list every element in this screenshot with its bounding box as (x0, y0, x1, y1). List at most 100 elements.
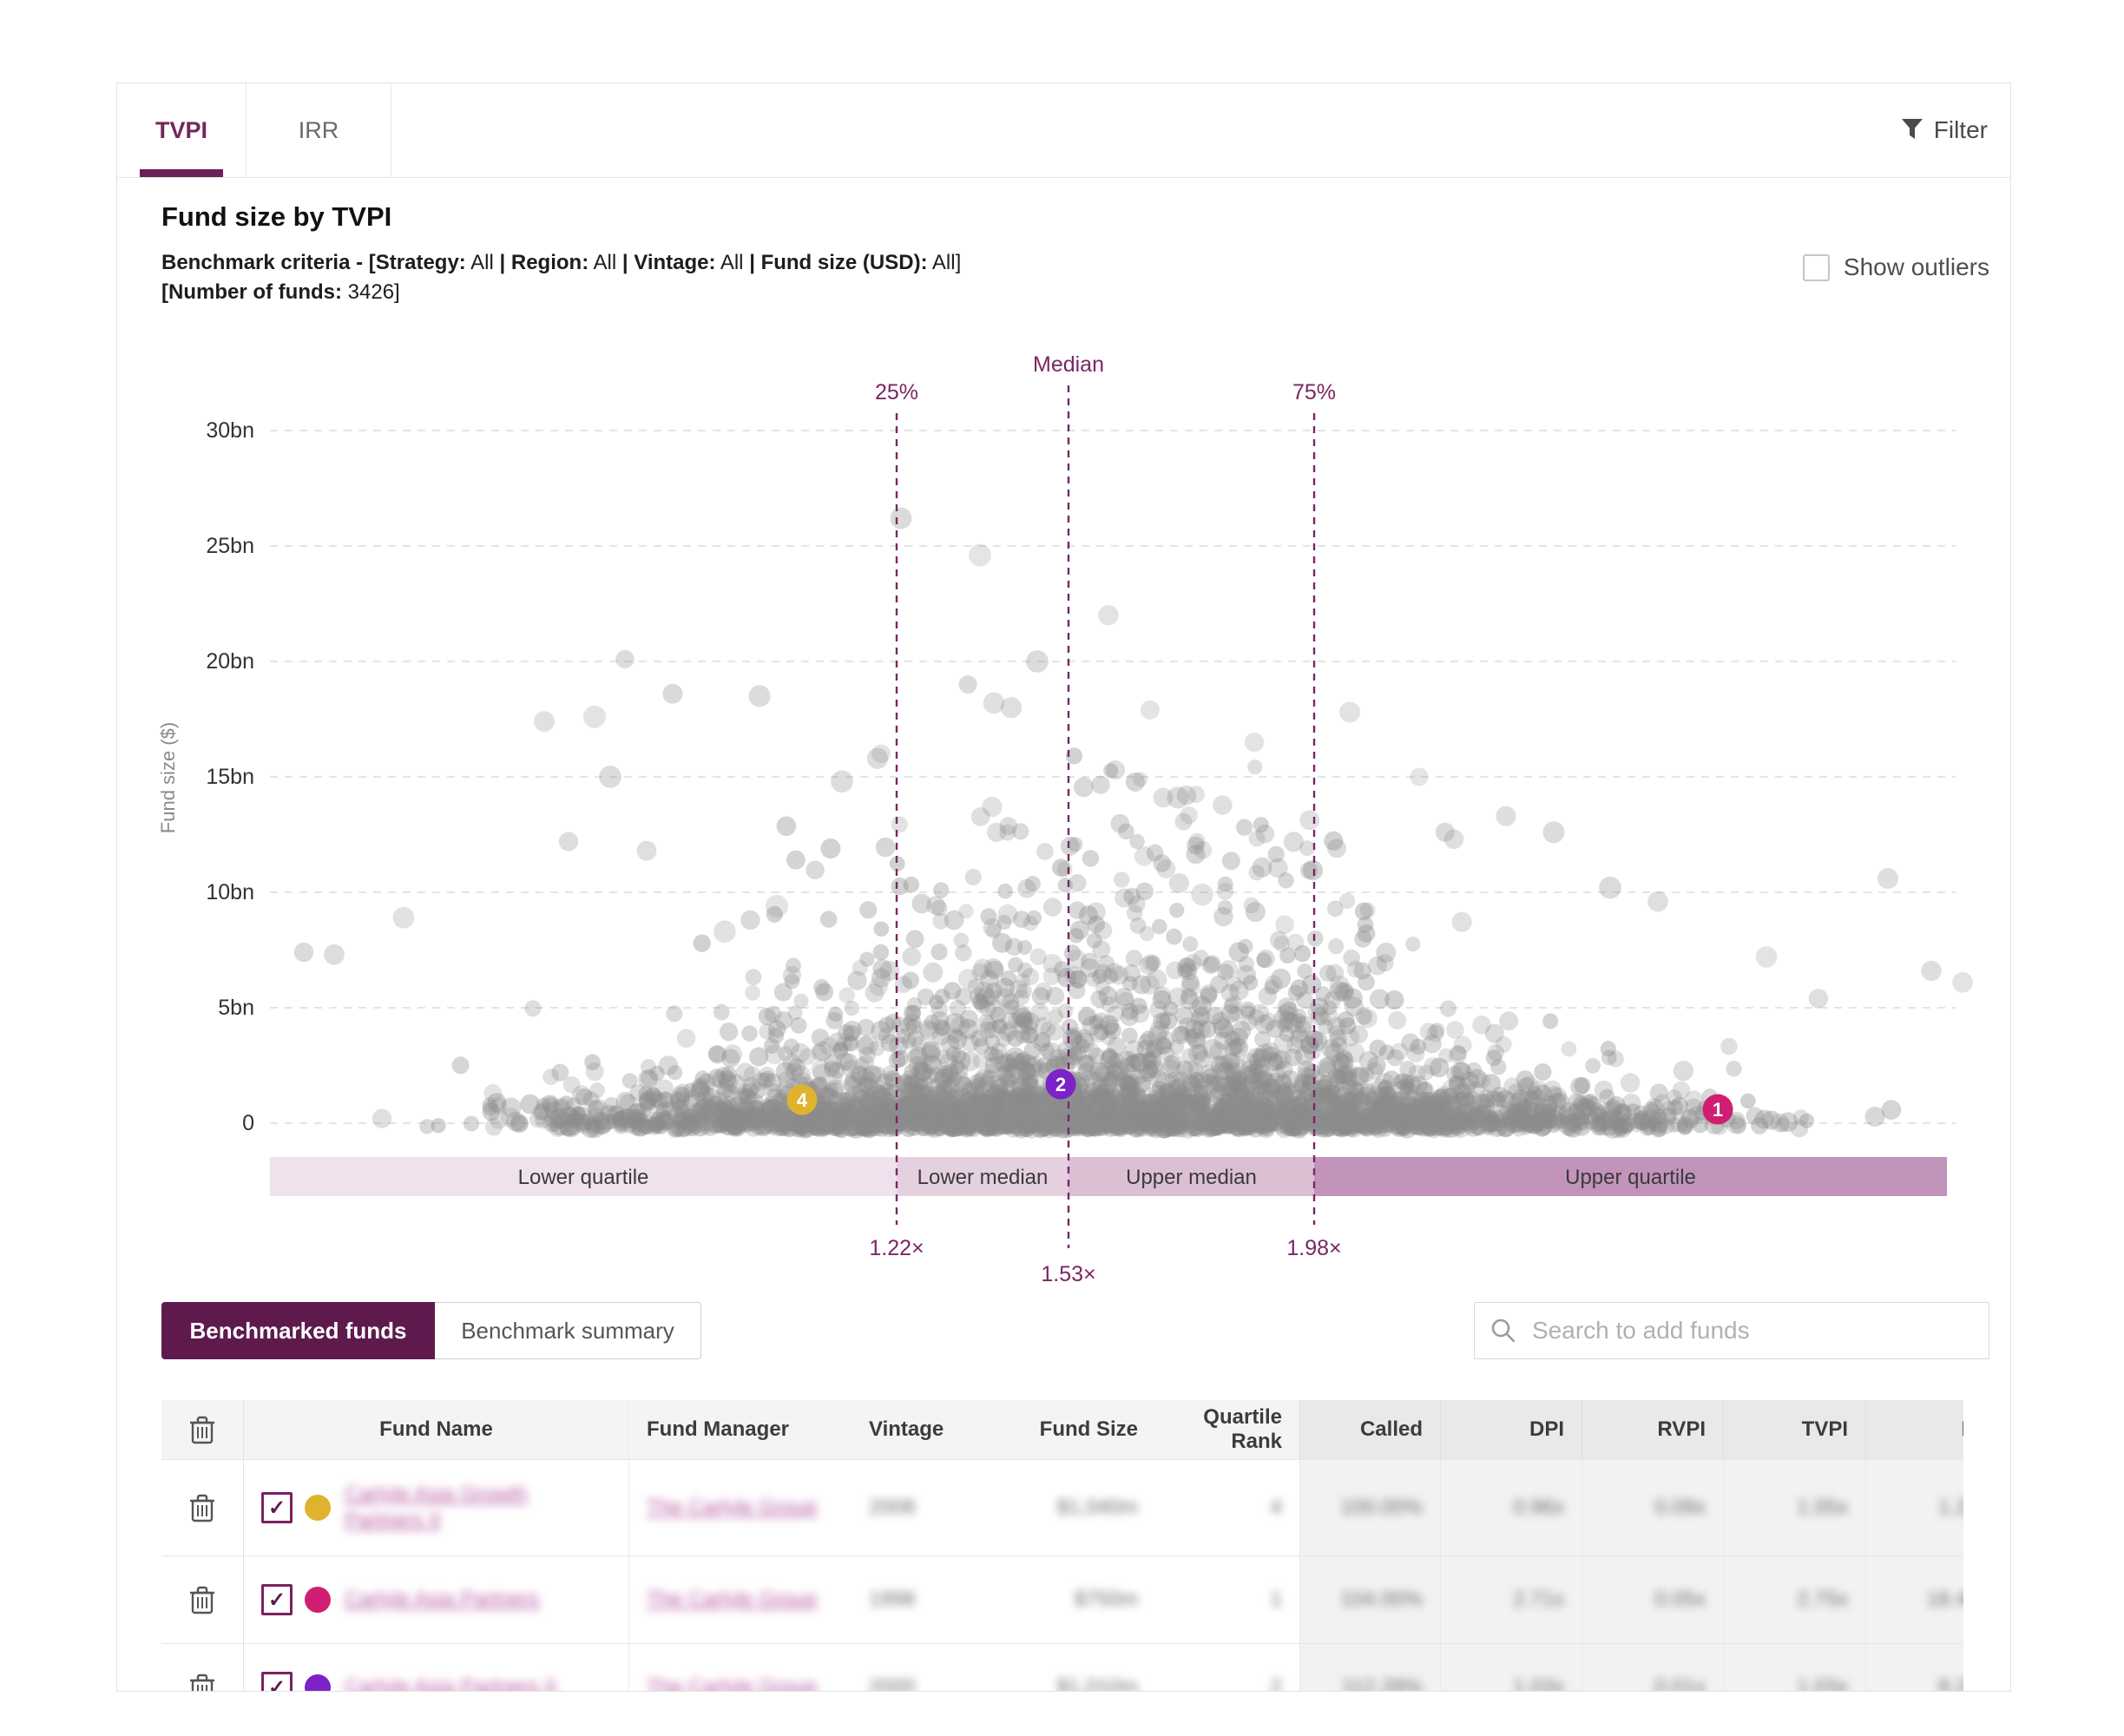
dpi-cell: 0.96x (1440, 1460, 1581, 1555)
chart-title: Fund size by TVPI (161, 201, 391, 233)
table-header-row: Fund NameFund ManagerVintageFund SizeQua… (161, 1400, 1963, 1460)
table-body: ✓ Carlyle Asia Growth Partners II The Carl… (161, 1460, 1963, 1692)
quartile-label-Median: Median (1033, 352, 1104, 377)
tvpi-cell: 1.05x (1723, 1460, 1865, 1555)
vintage-cell: 2000 (852, 1644, 990, 1692)
irr-cell: 8.20% (1865, 1644, 1963, 1692)
benchmarked-funds-table: Fund NameFund ManagerVintageFund SizeQua… (161, 1400, 1963, 1692)
y-axis-title: Fund size ($) (157, 722, 179, 833)
table-row: ✓ Carlyle Asia Growth Partners II The Carl… (161, 1460, 1963, 1556)
y-tick-20bn: 20bn (206, 649, 254, 674)
benchmark-summary-label: Benchmark summary (461, 1318, 674, 1345)
band-label-1: Lower quartile (518, 1166, 649, 1189)
fund-name-link[interactable]: Carlyle Asia Partners II (345, 1674, 556, 1692)
header-vintage: Vintage (852, 1400, 990, 1459)
benchmark-card: TVPI IRR Filter Fund size by TVPI Benchm… (116, 82, 2011, 1692)
fund-manager-cell[interactable]: The Carlyle Group (629, 1556, 852, 1643)
search-container (1474, 1302, 1989, 1359)
fund-manager-cell[interactable]: The Carlyle Group (629, 1460, 852, 1555)
fund-manager-cell[interactable]: The Carlyle Group (629, 1644, 852, 1692)
quartile-label-25%: 25% (875, 380, 918, 404)
highlighted-fund-marker-4[interactable]: 4 (787, 1085, 818, 1115)
fund-name-link[interactable]: Carlyle Asia Partners (345, 1587, 539, 1613)
rvpi-cell: 0.01x (1581, 1644, 1723, 1692)
band-label-2: Lower median (917, 1166, 1049, 1189)
band-label-3: Upper median (1126, 1166, 1257, 1189)
fund-size-scatter-chart: 05bn10bn15bn20bn25bn30bnFund size ($)Low… (117, 283, 2010, 1299)
called-cell: 100.00% (1299, 1460, 1440, 1555)
benchmarked-funds-label: Benchmarked funds (190, 1318, 407, 1345)
header-fund-name: Fund Name (244, 1400, 629, 1459)
quartile-rank-cell: 2 (1155, 1644, 1299, 1692)
fund-color-dot (305, 1495, 331, 1521)
table-toggle-buttons: Benchmarked funds Benchmark summary (161, 1302, 701, 1359)
table-row: ✓Carlyle Asia PartnersThe Carlyle Group1… (161, 1556, 1963, 1644)
fund-name-cell: ✓ Carlyle Asia Growth Partners II (244, 1460, 629, 1555)
highlighted-fund-marker-2[interactable]: 2 (1046, 1069, 1076, 1100)
fund-name-cell: ✓ Carlyle Asia Partners II (244, 1644, 629, 1692)
quartile-value-75%: 1.98× (1286, 1236, 1341, 1260)
funnel-icon (1901, 118, 1923, 142)
y-tick-10bn: 10bn (206, 880, 254, 904)
fund-name-cell: ✓ Carlyle Asia Partners (244, 1556, 629, 1643)
show-outliers-label: Show outliers (1844, 253, 1989, 281)
table-row: ✓ Carlyle Asia Partners II The Carlyle Gro… (161, 1644, 1963, 1692)
svg-text:1: 1 (1713, 1099, 1723, 1121)
trash-icon (189, 1585, 215, 1614)
tvpi-cell: 2.75x (1723, 1556, 1865, 1643)
tab-irr[interactable]: IRR (247, 83, 391, 177)
row-checkbox[interactable]: ✓ (261, 1672, 293, 1692)
quartile-label-75%: 75% (1292, 380, 1336, 404)
row-checkbox[interactable]: ✓ (261, 1492, 293, 1523)
vintage-cell: 2008 (852, 1460, 990, 1555)
fund-size-cell: $1,010m (990, 1644, 1155, 1692)
filter-button[interactable]: Filter (1901, 83, 1988, 177)
benchmarked-funds-button[interactable]: Benchmarked funds (161, 1302, 435, 1359)
show-outliers-control: Show outliers (1803, 253, 1989, 281)
delete-row-button[interactable] (161, 1644, 244, 1692)
y-tick-0: 0 (242, 1111, 254, 1135)
show-outliers-checkbox[interactable] (1803, 254, 1830, 281)
fund-color-dot (305, 1587, 331, 1613)
quartile-value-25%: 1.22× (869, 1236, 924, 1260)
y-tick-30bn: 30bn (206, 418, 254, 443)
header-quartile-rank: Quartile Rank (1155, 1400, 1299, 1459)
dpi-cell: 1.03x (1440, 1644, 1581, 1692)
tab-tvpi[interactable]: TVPI (117, 83, 247, 177)
fund-name-link[interactable]: Carlyle Asia Growth Partners II (345, 1482, 611, 1534)
called-cell: 112.28% (1299, 1644, 1440, 1692)
header-delete-column (161, 1400, 244, 1459)
search-input[interactable] (1530, 1316, 1973, 1345)
header-dpi: DPI (1440, 1400, 1581, 1459)
header-tvpi: TVPI (1723, 1400, 1865, 1459)
trash-icon (189, 1415, 215, 1444)
quartile-value-Median: 1.53× (1041, 1262, 1095, 1286)
fund-size-cell: $1,040m (990, 1460, 1155, 1555)
highlighted-fund-marker-1[interactable]: 1 (1703, 1095, 1733, 1125)
quartile-rank-cell: 4 (1155, 1460, 1299, 1555)
irr-cell: 1.20% (1865, 1460, 1963, 1555)
band-label-4: Upper quartile (1565, 1166, 1696, 1189)
y-tick-5bn: 5bn (218, 996, 254, 1020)
tab-bar: TVPI IRR Filter (117, 83, 2010, 178)
y-tick-15bn: 15bn (206, 765, 254, 789)
vintage-cell: 1998 (852, 1556, 990, 1643)
fund-color-dot (305, 1674, 331, 1692)
irr-cell: 18.40% (1865, 1556, 1963, 1643)
fund-size-cell: $750m (990, 1556, 1155, 1643)
delete-row-button[interactable] (161, 1556, 244, 1643)
svg-text:2: 2 (1055, 1074, 1066, 1095)
quartile-rank-cell: 1 (1155, 1556, 1299, 1643)
rvpi-cell: 0.09x (1581, 1460, 1723, 1555)
benchmark-summary-button[interactable]: Benchmark summary (435, 1302, 701, 1359)
filter-label: Filter (1934, 116, 1988, 144)
svg-text:4: 4 (797, 1089, 808, 1111)
header-irr: IRR (1865, 1400, 1963, 1459)
trash-icon (189, 1493, 215, 1522)
header-fund-size: Fund Size (990, 1400, 1155, 1459)
row-checkbox[interactable]: ✓ (261, 1584, 293, 1615)
delete-row-button[interactable] (161, 1460, 244, 1555)
active-tab-underline (140, 169, 223, 177)
tab-tvpi-label: TVPI (155, 117, 207, 144)
called-cell: 104.00% (1299, 1556, 1440, 1643)
